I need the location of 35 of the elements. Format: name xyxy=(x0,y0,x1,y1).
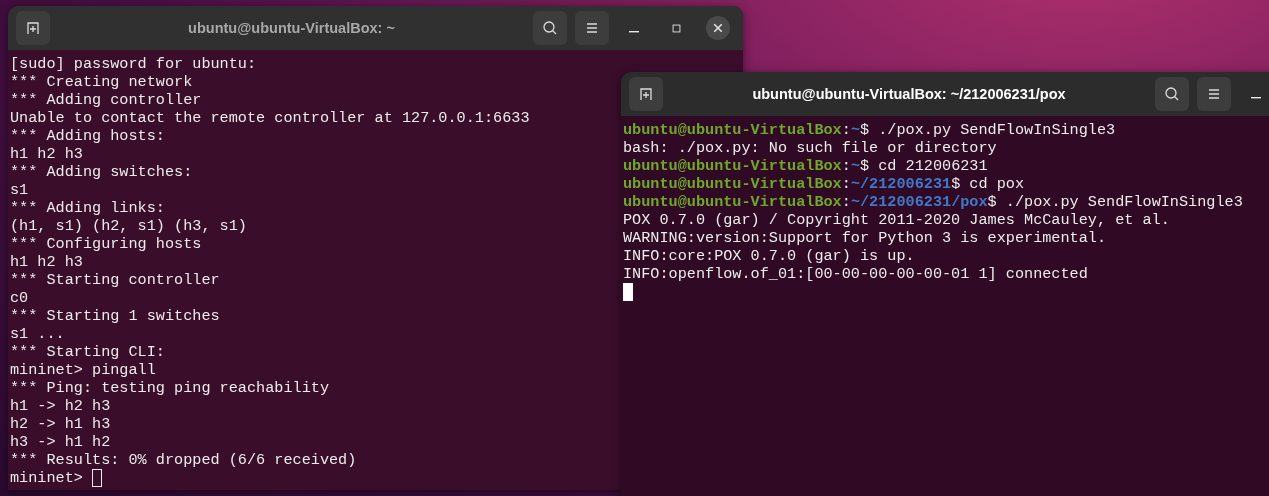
output-line: *** Results: 0% dropped (6/6 received) xyxy=(10,451,357,469)
prompt-line: ubuntu@ubuntu-VirtualBox:~$ cd 212006231 xyxy=(623,157,988,175)
output-line: h1 h2 h3 xyxy=(10,253,83,271)
output-line: *** Adding switches: xyxy=(10,163,193,181)
output-line: *** Starting CLI: xyxy=(10,343,165,361)
output-line: h3 -> h1 h2 xyxy=(10,433,111,451)
prompt-line: ubuntu@ubuntu-VirtualBox:~$ ./pox.py SendFlowInSingle3 xyxy=(623,121,1116,139)
output-line: [sudo] password for ubuntu: xyxy=(10,55,257,73)
output-line: *** Ping: testing ping reachability xyxy=(10,379,329,397)
output-line: h2 -> h1 h3 xyxy=(10,415,111,433)
output-line: *** Adding controller xyxy=(10,91,202,109)
output-line: INFO:core:POX 0.7.0 (gar) is up. xyxy=(623,247,915,265)
output-line: *** Starting 1 switches xyxy=(10,307,220,325)
prompt-line: ubuntu@ubuntu-VirtualBox:~/212006231/pox$ ./pox.py SendFlowInSingle3 xyxy=(623,193,1243,211)
output-line: c0 xyxy=(10,289,29,307)
output-line: (h1, s1) (h2, s1) (h3, s1) xyxy=(10,217,247,235)
output-line: mininet> pingall xyxy=(10,361,156,379)
prompt-line: ubuntu@ubuntu-VirtualBox:~/212006231$ cd pox xyxy=(623,175,1025,193)
output-line: h1 -> h2 h3 xyxy=(10,397,111,415)
output-line: *** Configuring hosts xyxy=(10,235,202,253)
output-line: Unable to contact the remote controller at 127.0.0.1:6633 xyxy=(10,109,530,127)
output-line: INFO:openflow.of_01:[00-00-00-00-00-01 1] connected xyxy=(623,265,1088,283)
window-title: ubuntu@ubuntu-VirtualBox: ~ xyxy=(187,20,396,36)
output-line: POX 0.7.0 (gar) / Copyright 2011-2020 James McCauley, et al. xyxy=(623,211,1170,229)
output-line: *** Starting controller xyxy=(10,271,220,289)
prompt-text: mininet> xyxy=(10,469,83,487)
output-line: WARNING:version:Support for Python 3 is experimental. xyxy=(623,229,1107,247)
output-line: *** Adding links: xyxy=(10,199,165,217)
output-line: *** Adding hosts: xyxy=(10,127,165,145)
window-title: ubuntu@ubuntu-VirtualBox: ~/212006231/pox xyxy=(751,86,1067,102)
output-line: *** Creating network xyxy=(10,73,193,91)
output-line: s1 ... xyxy=(10,325,65,343)
output-line: bash: ./pox.py: No such file or directory xyxy=(623,139,997,157)
output-line: h1 h2 h3 xyxy=(10,145,83,163)
output-line: s1 xyxy=(10,181,29,199)
